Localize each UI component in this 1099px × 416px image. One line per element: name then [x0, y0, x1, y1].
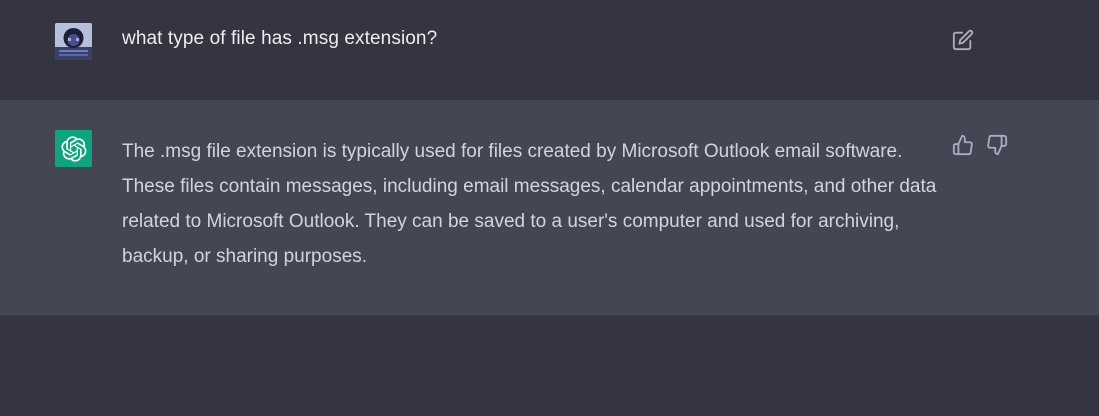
user-message-text: what type of file has .msg extension? — [122, 28, 438, 49]
thumbs-up-icon — [952, 134, 973, 156]
thumbs-up-button[interactable] — [952, 134, 974, 156]
assistant-avatar — [55, 130, 92, 167]
avatar-image — [55, 23, 92, 60]
empty-bottom-area — [0, 316, 1099, 416]
assistant-message-text: The .msg file extension is typically use… — [122, 141, 937, 267]
edit-message-button[interactable] — [952, 29, 974, 51]
thumbs-down-icon — [987, 134, 1008, 156]
thumbs-down-button[interactable] — [986, 134, 1008, 156]
user-message-row: what type of file has .msg extension? — [0, 0, 1099, 101]
user-avatar — [55, 23, 92, 60]
openai-logo-icon — [60, 135, 86, 162]
edit-icon — [952, 29, 974, 51]
